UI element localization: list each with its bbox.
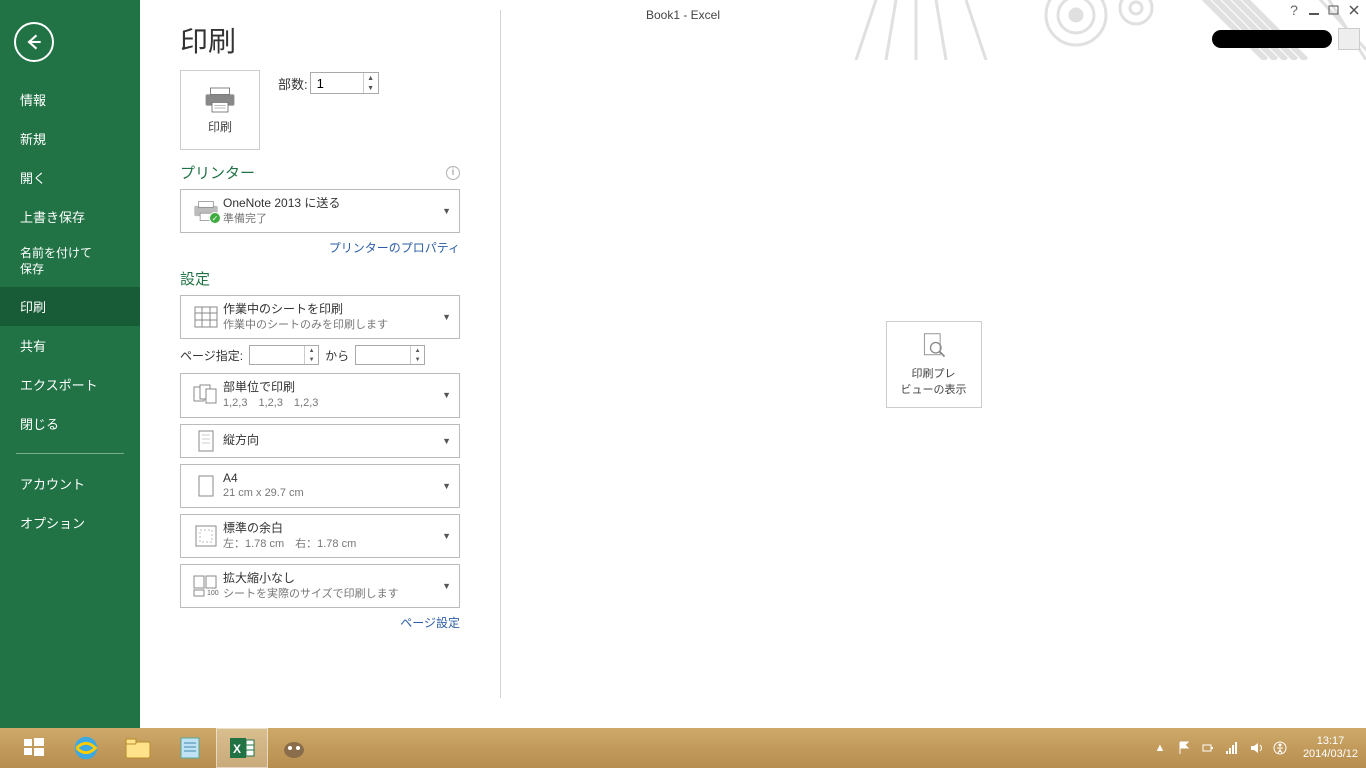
sidebar-item-saveas[interactable]: 名前を付けて 保存 bbox=[0, 236, 140, 287]
clock-time: 13:17 bbox=[1303, 735, 1358, 748]
show-print-preview-button[interactable]: 印刷プレ ビューの表示 bbox=[886, 321, 982, 408]
printer-properties-link[interactable]: プリンターのプロパティ bbox=[180, 239, 460, 256]
printer-heading: プリンター bbox=[180, 162, 255, 183]
help-button[interactable]: ? bbox=[1288, 4, 1300, 16]
orient-title: 縦方向 bbox=[223, 432, 451, 449]
sidebar-item-info[interactable]: 情報 bbox=[0, 80, 140, 119]
tray-flag-icon[interactable] bbox=[1177, 741, 1191, 755]
portrait-icon bbox=[189, 430, 223, 452]
taskbar-ie-icon[interactable] bbox=[60, 728, 112, 768]
orientation-selector[interactable]: 縦方向 ▼ bbox=[180, 424, 460, 458]
collate-selector[interactable]: 部単位で印刷1,2,3 1,2,3 1,2,3 ▼ bbox=[180, 373, 460, 417]
scaling-selector[interactable]: 100 拡大縮小なしシートを実際のサイズで印刷します ▼ bbox=[180, 564, 460, 608]
sheet-icon bbox=[189, 306, 223, 328]
page-setup-link[interactable]: ページ設定 bbox=[180, 614, 460, 631]
margin-sub: 左：1.78 cm 右：1.78 cm bbox=[223, 537, 451, 552]
taskbar-notepad-icon[interactable] bbox=[164, 728, 216, 768]
sidebar-item-print[interactable]: 印刷 bbox=[0, 287, 140, 326]
printer-icon bbox=[204, 86, 236, 114]
close-button[interactable] bbox=[1348, 4, 1360, 16]
paper-title: A4 bbox=[223, 470, 451, 487]
restore-button[interactable] bbox=[1328, 4, 1340, 16]
printer-ready-check-icon: ✓ bbox=[209, 212, 221, 224]
scope-sub: 作業中のシートのみを印刷します bbox=[223, 318, 451, 333]
chevron-down-icon: ▼ bbox=[442, 481, 451, 491]
chevron-down-icon: ▼ bbox=[442, 390, 451, 400]
windows-taskbar: X ▲ 13:17 2014/03/12 bbox=[0, 728, 1366, 768]
paper-sub: 21 cm x 29.7 cm bbox=[223, 486, 451, 501]
chevron-down-icon: ▼ bbox=[442, 581, 451, 591]
print-button-label: 印刷 bbox=[208, 118, 232, 135]
tray-up-icon[interactable]: ▲ bbox=[1153, 741, 1167, 755]
collate-sub: 1,2,3 1,2,3 1,2,3 bbox=[223, 396, 451, 411]
window-title: Book1 - Excel bbox=[646, 8, 720, 22]
sidebar-separator bbox=[16, 453, 124, 454]
sidebar-item-close[interactable]: 閉じる bbox=[0, 404, 140, 443]
sidebar-item-share[interactable]: 共有 bbox=[0, 326, 140, 365]
pages-from-spinner[interactable]: ▲▼ bbox=[249, 345, 319, 365]
sidebar-item-account[interactable]: アカウント bbox=[0, 464, 140, 503]
print-settings-panel: 印刷 印刷 部数: ▲▼ プリンター i bbox=[140, 0, 500, 728]
taskbar-gimp-icon[interactable] bbox=[268, 728, 320, 768]
settings-heading: 設定 bbox=[180, 268, 210, 289]
svg-text:X: X bbox=[233, 742, 241, 756]
printer-info-icon[interactable]: i bbox=[446, 166, 460, 180]
taskbar-excel-icon[interactable]: X bbox=[216, 728, 268, 768]
taskbar-clock[interactable]: 13:17 2014/03/12 bbox=[1303, 735, 1358, 761]
margins-icon bbox=[189, 525, 223, 547]
preview-label-2: ビューの表示 bbox=[901, 381, 967, 397]
printer-status: 準備完了 bbox=[223, 212, 451, 227]
paper-size-selector[interactable]: A421 cm x 29.7 cm ▼ bbox=[180, 464, 460, 508]
margins-selector[interactable]: 標準の余白左：1.78 cm 右：1.78 cm ▼ bbox=[180, 514, 460, 558]
preview-label-1: 印刷プレ bbox=[901, 365, 967, 381]
copies-label: 部数: bbox=[278, 74, 308, 93]
collate-icon bbox=[189, 384, 223, 406]
start-button[interactable] bbox=[8, 728, 60, 768]
tray-network-icon[interactable] bbox=[1225, 741, 1239, 755]
pages-to-spinner[interactable]: ▲▼ bbox=[355, 345, 425, 365]
sidebar-item-open[interactable]: 開く bbox=[0, 158, 140, 197]
pages-from-input[interactable] bbox=[250, 346, 304, 364]
scaling-icon: 100 bbox=[189, 575, 223, 597]
copies-down[interactable]: ▼ bbox=[363, 83, 378, 93]
scope-title: 作業中のシートを印刷 bbox=[223, 301, 451, 318]
sidebar-item-options[interactable]: オプション bbox=[0, 503, 140, 542]
copies-up[interactable]: ▲ bbox=[363, 73, 378, 83]
sidebar-item-save[interactable]: 上書き保存 bbox=[0, 197, 140, 236]
print-scope-selector[interactable]: 作業中のシートを印刷作業中のシートのみを印刷します ▼ bbox=[180, 295, 460, 339]
print-preview-area: 印刷プレ ビューの表示 bbox=[501, 0, 1366, 728]
sidebar-item-new[interactable]: 新規 bbox=[0, 119, 140, 158]
clock-date: 2014/03/12 bbox=[1303, 748, 1358, 761]
chevron-down-icon: ▼ bbox=[442, 312, 451, 322]
pages-to-input[interactable] bbox=[356, 346, 410, 364]
pages-to-label: から bbox=[325, 347, 349, 364]
printer-selector[interactable]: ✓ OneNote 2013 に送る 準備完了 ▼ bbox=[180, 189, 460, 233]
minimize-button[interactable] bbox=[1308, 4, 1320, 16]
printer-name: OneNote 2013 に送る bbox=[223, 195, 451, 212]
chevron-down-icon: ▼ bbox=[442, 531, 451, 541]
sidebar-item-export[interactable]: エクスポート bbox=[0, 365, 140, 404]
backstage-sidebar: 情報 新規 開く 上書き保存 名前を付けて 保存 印刷 共有 エクスポート 閉じ… bbox=[0, 0, 140, 728]
chevron-down-icon: ▼ bbox=[442, 206, 451, 216]
tray-volume-icon[interactable] bbox=[1249, 741, 1263, 755]
scale-title: 拡大縮小なし bbox=[223, 570, 451, 587]
margin-title: 標準の余白 bbox=[223, 520, 451, 537]
print-button[interactable]: 印刷 bbox=[180, 70, 260, 150]
titlebar: Book1 - Excel ? bbox=[0, 0, 1366, 30]
tray-ease-icon[interactable] bbox=[1273, 741, 1287, 755]
preview-magnifier-icon bbox=[920, 332, 948, 360]
chevron-down-icon: ▼ bbox=[442, 436, 451, 446]
svg-text:100: 100 bbox=[207, 590, 219, 597]
page-icon bbox=[189, 475, 223, 497]
copies-input[interactable] bbox=[311, 73, 363, 93]
pages-label: ページ指定: bbox=[180, 347, 243, 364]
collate-title: 部単位で印刷 bbox=[223, 379, 451, 396]
printer-device-icon: ✓ bbox=[189, 200, 223, 222]
taskbar-explorer-icon[interactable] bbox=[112, 728, 164, 768]
tray-power-icon[interactable] bbox=[1201, 741, 1215, 755]
scale-sub: シートを実際のサイズで印刷します bbox=[223, 587, 451, 602]
copies-spinner[interactable]: ▲▼ bbox=[310, 72, 379, 94]
